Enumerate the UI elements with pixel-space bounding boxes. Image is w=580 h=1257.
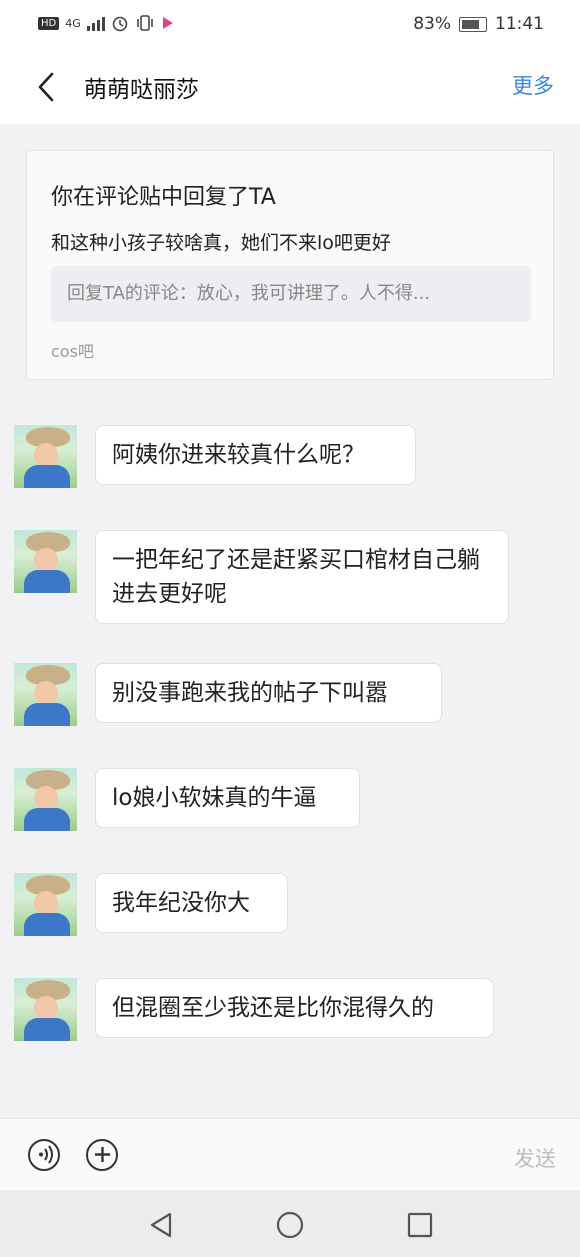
plus-icon[interactable] <box>86 1139 118 1171</box>
clock: 11:41 <box>495 14 544 34</box>
quoted-comment[interactable]: 回复TA的评论：放心，我可讲理了。人不得... <box>51 266 531 322</box>
card-source[interactable]: cos吧 <box>51 338 94 362</box>
message-bubble[interactable]: 我年纪没你大 <box>95 873 288 933</box>
message-bubble[interactable]: 但混圈至少我还是比你混得久的 <box>95 978 494 1038</box>
status-right: 83% 11:41 <box>413 14 544 34</box>
message-bubble[interactable]: 阿姨你进来较真什么呢？ <box>95 425 416 485</box>
status-bar: HD 4G 83% 11:41 <box>0 0 580 48</box>
input-bar: 发送 <box>0 1118 580 1191</box>
network-label: 4G <box>65 16 81 30</box>
app-notification-icon <box>162 17 173 29</box>
signal-icon <box>86 15 105 31</box>
battery-percent: 83% <box>413 14 451 34</box>
avatar[interactable] <box>14 978 77 1041</box>
avatar[interactable] <box>14 425 77 488</box>
card-title: 你在评论贴中回复了TA <box>51 185 276 210</box>
message-bubble[interactable]: 别没事跑来我的帖子下叫嚣 <box>95 663 442 723</box>
page-title: 萌萌哒丽莎 <box>84 77 199 103</box>
send-button[interactable]: 发送 <box>514 1143 556 1173</box>
voice-icon[interactable] <box>28 1139 60 1171</box>
nav-home-icon[interactable] <box>275 1210 305 1240</box>
avatar[interactable] <box>14 873 77 936</box>
nav-back-icon[interactable] <box>146 1210 176 1240</box>
system-nav-bar <box>0 1190 580 1257</box>
message-bubble[interactable]: lo娘小软妹真的牛逼 <box>95 768 360 828</box>
more-button[interactable]: 更多 <box>512 70 554 100</box>
header: 萌萌哒丽莎 更多 <box>0 48 580 124</box>
battery-icon <box>459 16 487 32</box>
avatar[interactable] <box>14 530 77 593</box>
avatar[interactable] <box>14 663 77 726</box>
card-body: 和这种小孩子较啥真，她们不来lo吧更好 <box>51 232 391 254</box>
status-left: HD 4G <box>38 14 175 32</box>
back-arrow-icon[interactable] <box>34 70 64 104</box>
vibrate-icon <box>136 15 153 31</box>
reply-notification-card[interactable]: 你在评论贴中回复了TA 和这种小孩子较啥真，她们不来lo吧更好 回复TA的评论：… <box>26 150 554 380</box>
nav-recent-icon[interactable] <box>405 1210 435 1240</box>
alarm-icon <box>112 16 128 32</box>
message-bubble[interactable]: 一把年纪了还是赶紧买口棺材自己躺进去更好呢 <box>95 530 509 624</box>
hd-icon: HD <box>38 16 60 30</box>
avatar[interactable] <box>14 768 77 831</box>
